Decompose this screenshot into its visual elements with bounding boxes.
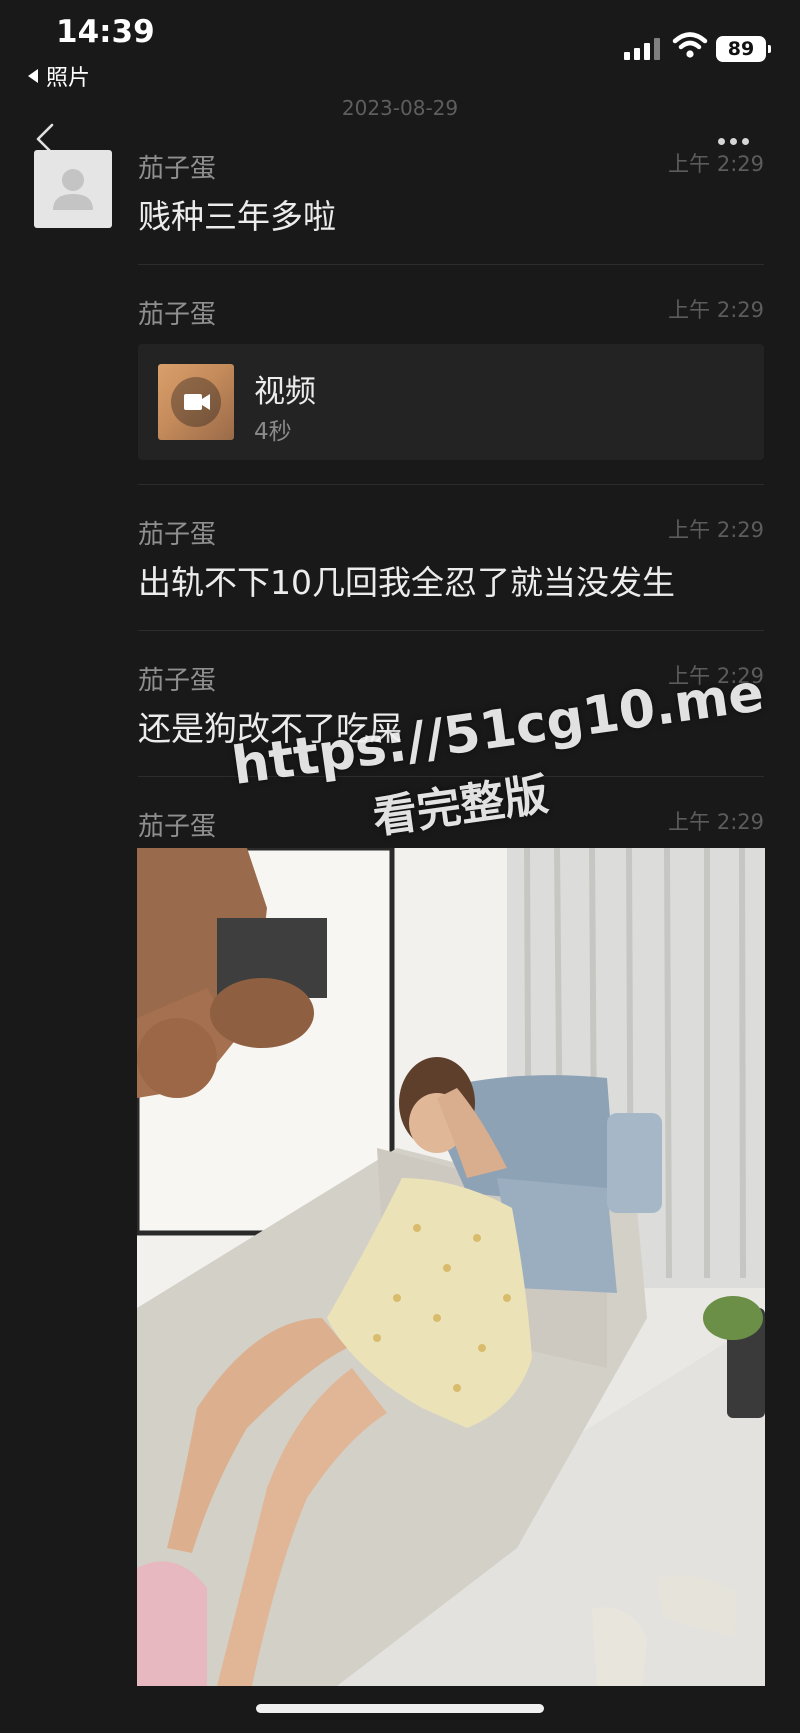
message-divider <box>138 630 764 631</box>
message-time: 上午 2:29 <box>668 152 764 176</box>
message-sender: 茄子蛋 <box>138 154 217 184</box>
message-photo[interactable] <box>137 848 765 1686</box>
message-item[interactable]: 茄子蛋 上午 2:29 出轨不下10几回我全忍了就当没发生 <box>138 514 764 604</box>
status-bar: 14:39 照片 89 <box>0 0 800 110</box>
video-thumbnail <box>158 364 234 440</box>
video-duration: 4秒 <box>254 419 292 445</box>
video-camera-icon <box>171 377 221 427</box>
video-card[interactable]: 视频 4秒 <box>138 344 764 460</box>
message-text: 贱种三年多啦 <box>138 197 336 236</box>
message-sender: 茄子蛋 <box>138 812 217 842</box>
message-item[interactable]: 茄子蛋 上午 2:29 贱种三年多啦 <box>138 148 764 238</box>
signal-icon <box>624 38 664 60</box>
chat-date: 2023-08-29 <box>341 96 459 120</box>
message-time: 上午 2:29 <box>668 810 764 834</box>
back-app-label: 照片 <box>46 66 91 91</box>
back-triangle-icon <box>28 69 38 83</box>
more-icon[interactable] <box>718 130 754 149</box>
message-time: 上午 2:29 <box>668 518 764 542</box>
message-text: 出轨不下10几回我全忍了就当没发生 <box>138 563 675 602</box>
message-divider <box>138 484 764 485</box>
status-time: 14:39 <box>56 14 155 50</box>
home-indicator[interactable] <box>256 1704 544 1713</box>
message-divider <box>138 264 764 265</box>
message-sender: 茄子蛋 <box>138 520 217 550</box>
back-to-photos-link[interactable]: 照片 <box>28 60 90 92</box>
avatar[interactable] <box>34 150 112 228</box>
message-item[interactable]: 茄子蛋 上午 2:29 视频 4秒 <box>138 294 764 464</box>
avatar-placeholder-icon <box>53 169 93 210</box>
message-time: 上午 2:29 <box>668 298 764 322</box>
message-sender: 茄子蛋 <box>138 666 217 696</box>
battery-icon: 89 <box>716 36 771 62</box>
wifi-icon <box>672 32 708 58</box>
video-title: 视频 <box>254 374 316 410</box>
message-sender: 茄子蛋 <box>138 300 217 330</box>
